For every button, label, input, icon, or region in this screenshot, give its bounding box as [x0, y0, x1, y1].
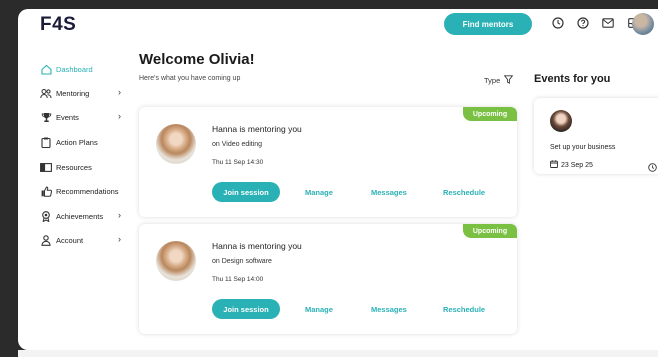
sidebar-item-label: Recommendations: [56, 186, 119, 196]
sidebar-item-label: Events: [56, 112, 79, 122]
join-session-button[interactable]: Join session: [212, 299, 280, 319]
session-card: Upcoming Hanna is mentoring you on Video…: [139, 107, 517, 217]
event-date-text: 23 Sep 25: [561, 161, 593, 169]
people-icon: [40, 87, 52, 99]
sidebar-item-label: Mentoring: [56, 88, 90, 98]
sidebar-item-label: Dashboard: [56, 64, 93, 74]
sidebar-item-label: Achievements: [56, 211, 104, 221]
chevron-right-icon[interactable]: ›: [118, 210, 121, 220]
user-avatar[interactable]: [632, 13, 654, 35]
sidebar-item-action-plans[interactable]: Action Plans: [40, 135, 98, 149]
sidebar-item-achievements[interactable]: Achievements: [40, 209, 103, 223]
status-badge: Upcoming: [463, 224, 517, 238]
trophy-icon: [40, 111, 52, 123]
type-filter[interactable]: Type: [484, 75, 514, 86]
find-mentors-button[interactable]: Find mentors: [444, 13, 532, 35]
clipboard-icon: [40, 136, 52, 148]
reschedule-link[interactable]: Reschedule: [443, 188, 485, 197]
manage-link[interactable]: Manage: [305, 305, 333, 314]
session-title: Hanna is mentoring you: [212, 241, 302, 251]
messages-link[interactable]: Messages: [371, 305, 407, 314]
sidebar-item-label: Resources: [56, 162, 92, 172]
sidebar-item-dashboard[interactable]: Dashboard: [40, 62, 93, 76]
filter-icon: [503, 75, 514, 86]
award-icon: [40, 210, 52, 222]
mail-icon[interactable]: [600, 15, 616, 31]
messages-link[interactable]: Messages: [371, 188, 407, 197]
session-time: Thu 11 Sep 14:30: [212, 159, 264, 166]
event-title: Set up your business: [550, 144, 616, 151]
type-filter-label: Type: [484, 76, 501, 85]
sidebar-item-label: Account: [56, 235, 84, 245]
event-date: 23 Sep 25: [550, 160, 593, 170]
session-card: Upcoming Hanna is mentoring you on Desig…: [139, 224, 517, 334]
home-icon: [40, 63, 52, 75]
thumbs-up-icon: [40, 185, 52, 197]
event-host-avatar: [550, 110, 572, 132]
sidebar-item-resources[interactable]: Resources: [40, 160, 92, 174]
user-icon: [40, 234, 52, 246]
mentor-avatar[interactable]: [156, 241, 196, 281]
window-bottom-edge: [18, 350, 658, 357]
session-time: Thu 11 Sep 14:00: [212, 276, 264, 283]
clock-icon[interactable]: [550, 15, 566, 31]
page-title: Welcome Olivia!: [139, 51, 255, 68]
page-subtitle: Here's what you have coming up: [139, 75, 241, 82]
events-heading: Events for you: [534, 73, 611, 85]
sidebar-item-recommendations[interactable]: Recommendations: [40, 184, 119, 198]
sidebar-item-events[interactable]: Events: [40, 110, 79, 124]
chevron-right-icon[interactable]: ›: [118, 111, 121, 121]
clock-icon: [648, 159, 657, 177]
sidebar-item-label: Action Plans: [56, 137, 98, 147]
chevron-right-icon[interactable]: ›: [118, 87, 121, 97]
event-card[interactable]: Set up your business 23 Sep 25: [534, 98, 658, 174]
mentor-avatar[interactable]: [156, 124, 196, 164]
help-icon[interactable]: [575, 15, 591, 31]
sidebar-item-mentoring[interactable]: Mentoring: [40, 86, 89, 100]
session-topic: on Design software: [212, 258, 272, 265]
book-icon: [40, 161, 52, 173]
manage-link[interactable]: Manage: [305, 188, 333, 197]
sidebar-item-account[interactable]: Account: [40, 233, 83, 247]
session-topic: on Video editing: [212, 141, 263, 148]
status-badge: Upcoming: [463, 107, 517, 121]
f4s-logo[interactable]: F4S: [40, 14, 76, 36]
calendar-icon: [550, 160, 558, 170]
reschedule-link[interactable]: Reschedule: [443, 305, 485, 314]
session-title: Hanna is mentoring you: [212, 124, 302, 134]
join-session-button[interactable]: Join session: [212, 182, 280, 202]
chevron-right-icon[interactable]: ›: [118, 234, 121, 244]
